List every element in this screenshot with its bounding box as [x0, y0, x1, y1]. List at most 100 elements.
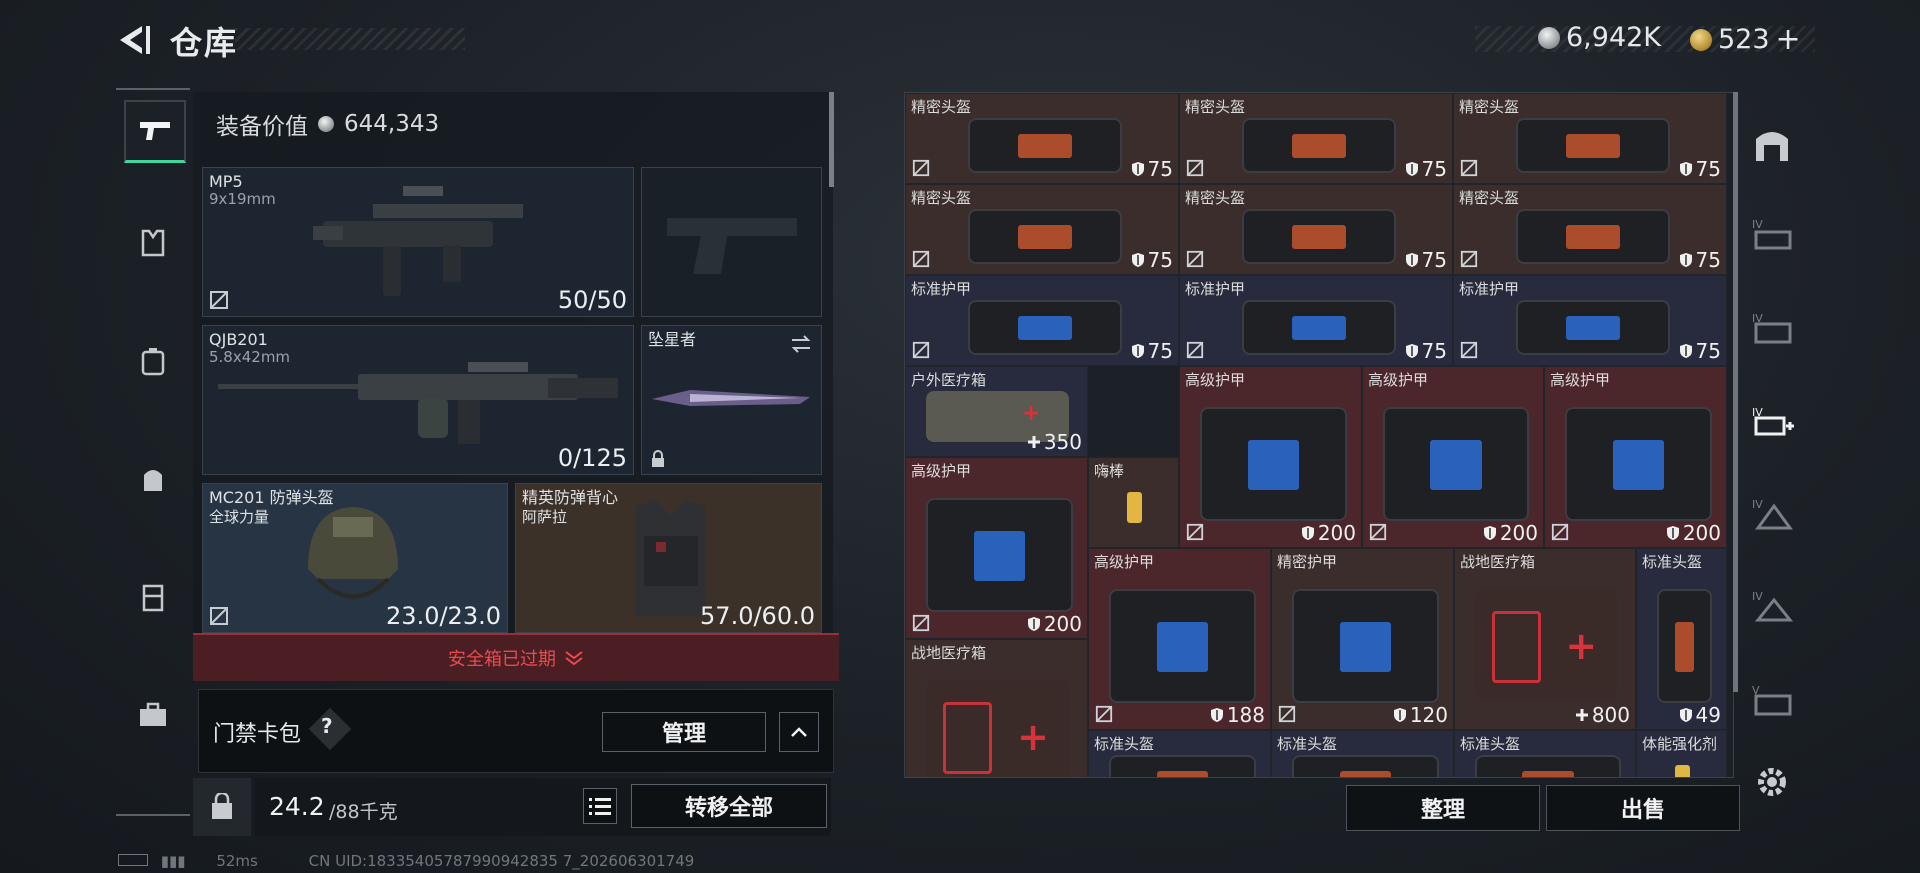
- pouch-icon: [144, 470, 162, 491]
- sort-button[interactable]: 整理: [1346, 785, 1540, 831]
- secondary-weapon-slot[interactable]: QJB201 5.8x42mm 0/125: [202, 325, 634, 475]
- storage-item[interactable]: 高级护甲 188: [1088, 548, 1271, 730]
- item-name: 战地医疗箱: [911, 644, 987, 662]
- helmet-bag-icon: [1657, 589, 1712, 703]
- storage-item[interactable]: 精密护甲 120: [1271, 548, 1454, 730]
- item-name: 战地医疗箱: [1460, 553, 1536, 571]
- settings-button[interactable]: [1748, 758, 1796, 806]
- primary-weapon-slot[interactable]: MP5 9x19mm 50/50: [202, 167, 634, 317]
- list-icon: [589, 798, 611, 815]
- chest-rig-icon: [142, 584, 164, 612]
- storage-tab-8[interactable]: V: [1748, 676, 1796, 724]
- storage-item[interactable]: 精密头盔 75: [1179, 184, 1453, 275]
- item-name: 高级护甲: [1550, 371, 1611, 389]
- item-name: 精密头盔: [911, 189, 972, 207]
- weight-current: 24.2: [269, 792, 325, 821]
- storage-item[interactable]: 标准头盔: [1454, 730, 1636, 777]
- gold-currency[interactable]: 523 +: [1690, 22, 1801, 57]
- storage-item[interactable]: 户外医疗箱 +350: [905, 366, 1088, 457]
- storage-item[interactable]: 精密头盔 75: [905, 93, 1179, 184]
- storage-tab-6[interactable]: IV: [1748, 490, 1796, 538]
- storage-item[interactable]: 战地医疗箱 +800: [1454, 548, 1636, 730]
- equipment-scrollbar[interactable]: [829, 92, 834, 187]
- storage-grid: 精密头盔 75 精密头盔 75 精密头盔 75 精密头盔 75 精密头盔 75 精密头盔 75 标准护甲…: [904, 92, 1734, 778]
- swap-icon[interactable]: [789, 334, 813, 354]
- helmet-durability: 23.0/23.0: [386, 602, 501, 630]
- helmet-slot[interactable]: MC201 防弹头盔 全球力量 23.0/23.0: [202, 483, 508, 633]
- help-icon[interactable]: ?: [321, 714, 333, 738]
- armor-shield-icon: [1405, 344, 1418, 358]
- list-view-button[interactable]: [583, 788, 617, 824]
- weapon-ammo: 50/50: [557, 286, 627, 314]
- item-name: 体能强化剂: [1642, 735, 1718, 753]
- storage-tab-all[interactable]: [1748, 120, 1796, 168]
- storage-item[interactable]: 精密头盔 75: [905, 184, 1179, 275]
- battery-icon: [118, 854, 148, 866]
- storage-item[interactable]: 标准护甲 75: [1453, 275, 1727, 366]
- item-name: 标准头盔: [1642, 553, 1703, 571]
- helmet-bag-icon: [1292, 755, 1439, 777]
- transfer-all-button[interactable]: 转移全部: [631, 784, 827, 828]
- item-name: 高级护甲: [1094, 553, 1155, 571]
- sell-button[interactable]: 出售: [1546, 785, 1740, 831]
- melee-slot[interactable]: 坠星者: [641, 325, 822, 475]
- storage-item[interactable]: 标准护甲 75: [905, 275, 1179, 366]
- no-insure-icon: [912, 159, 930, 177]
- storage-tab-4[interactable]: IV: [1748, 210, 1796, 258]
- storage-tab-5[interactable]: IV: [1748, 304, 1796, 352]
- add-currency-button[interactable]: +: [1776, 22, 1801, 57]
- nav-backpack[interactable]: [124, 332, 182, 390]
- back-icon[interactable]: [112, 20, 152, 60]
- item-icon: [1109, 482, 1160, 533]
- silver-coin-icon: [318, 116, 334, 132]
- armor-bag-icon: [926, 498, 1073, 612]
- manage-button[interactable]: 管理: [602, 712, 766, 752]
- storage-tab-7[interactable]: IV: [1748, 582, 1796, 630]
- weapon-caliber: 9x19mm: [209, 190, 276, 208]
- secure-box-expired-bar[interactable]: 安全箱已过期: [193, 633, 839, 681]
- storage-item[interactable]: 高级护甲 200: [1179, 366, 1362, 548]
- armor-bag-icon: [1109, 589, 1256, 703]
- storage-item[interactable]: 高级护甲 200: [1362, 366, 1544, 548]
- nav-rig[interactable]: [124, 568, 182, 626]
- weight-lock-box: [193, 778, 251, 836]
- storage-item[interactable]: 嗨棒: [1088, 457, 1179, 548]
- storage-item[interactable]: 标准护甲 75: [1179, 275, 1453, 366]
- armor-bag-icon: [1565, 407, 1712, 521]
- storage-item[interactable]: 标准头盔: [1088, 730, 1271, 777]
- silver-currency: 6,942K: [1538, 22, 1661, 53]
- storage-item[interactable]: 精密头盔 75: [1179, 93, 1453, 184]
- collapse-button[interactable]: [779, 712, 819, 752]
- armor-shield-icon: [1483, 526, 1496, 540]
- armor-shield-icon: [1301, 526, 1314, 540]
- armor-shield-icon: [1393, 708, 1406, 722]
- uid: CN UID:18335405787990942835 7_2026063017…: [308, 852, 695, 870]
- storage-item[interactable]: 精密头盔 75: [1453, 184, 1727, 275]
- storage-scrollbar[interactable]: [1733, 92, 1738, 692]
- vest-name: 精英防弹背心: [522, 488, 619, 507]
- helmet-bag-icon: [1242, 209, 1396, 264]
- weapon-ammo: 0/125: [557, 444, 627, 472]
- nav-bag[interactable]: [124, 450, 182, 508]
- armor-shield-icon: [1131, 253, 1144, 267]
- backpack-icon: [141, 348, 165, 376]
- storage-item[interactable]: 标准头盔: [1271, 730, 1454, 777]
- nav-armor[interactable]: [124, 214, 182, 272]
- medkit-icon: +: [1475, 589, 1617, 699]
- storage-item[interactable]: 体能强化剂: [1636, 730, 1727, 777]
- storage-item[interactable]: 高级护甲 200: [905, 457, 1088, 639]
- pistol-slot[interactable]: [641, 167, 822, 317]
- item-icon: [1657, 755, 1708, 777]
- storage-item[interactable]: 高级护甲 200: [1544, 366, 1727, 548]
- storage-item[interactable]: 战地医疗箱 +: [905, 639, 1088, 777]
- nav-weapons[interactable]: [124, 100, 186, 163]
- item-name: 标准护甲: [1185, 280, 1246, 298]
- storage-item[interactable]: 精密头盔 75: [1453, 93, 1727, 184]
- pistol-silhouette-icon: [667, 218, 797, 274]
- storage-tab-medical[interactable]: IV: [1748, 398, 1796, 446]
- no-insure-icon: [912, 341, 930, 359]
- storage-item[interactable]: 标准头盔 49: [1636, 548, 1727, 730]
- silver-coin-icon: [1538, 26, 1560, 49]
- nav-case[interactable]: [124, 686, 182, 744]
- vest-slot[interactable]: 精英防弹背心 阿萨拉 57.0/60.0: [515, 483, 822, 633]
